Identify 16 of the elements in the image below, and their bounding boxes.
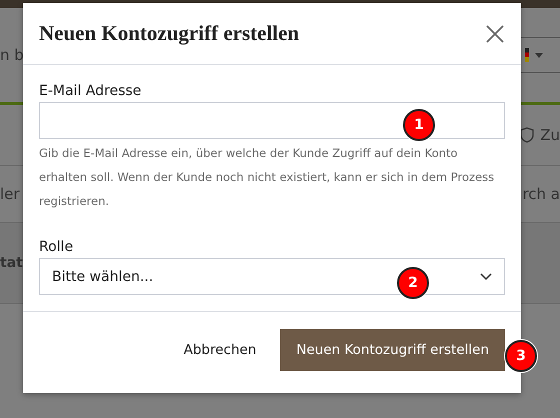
help-text: Gib die E-Mail Adresse ein, über welche der Kunde Zugriff auf dein Konto erhalten soll. Wenn der Kunde noch nicht existiert, kann er sich in dem Prozess registrieren. (39, 145, 496, 210)
search-placeholder-fragment: n b (0, 46, 24, 64)
close-icon[interactable] (485, 24, 505, 44)
create-button[interactable]: Neuen Kontozugriff erstellen (280, 329, 505, 371)
dialog-title: Neuen Kontozugriff erstellen (39, 21, 300, 46)
chevron-down-icon (480, 272, 492, 280)
column-heading-fragment: tat (0, 255, 23, 271)
number-badge: 3 (505, 340, 537, 372)
field-label: E-Mail Adresse (39, 83, 142, 99)
caret-icon (535, 52, 543, 58)
cancel-button[interactable]: Abbrechen (184, 342, 256, 358)
text-fragment: ler (0, 185, 20, 203)
email-input[interactable] (39, 102, 505, 139)
text-fragment: rch a (522, 185, 560, 203)
field-label: Rolle (39, 239, 74, 255)
shield-icon (520, 127, 534, 143)
